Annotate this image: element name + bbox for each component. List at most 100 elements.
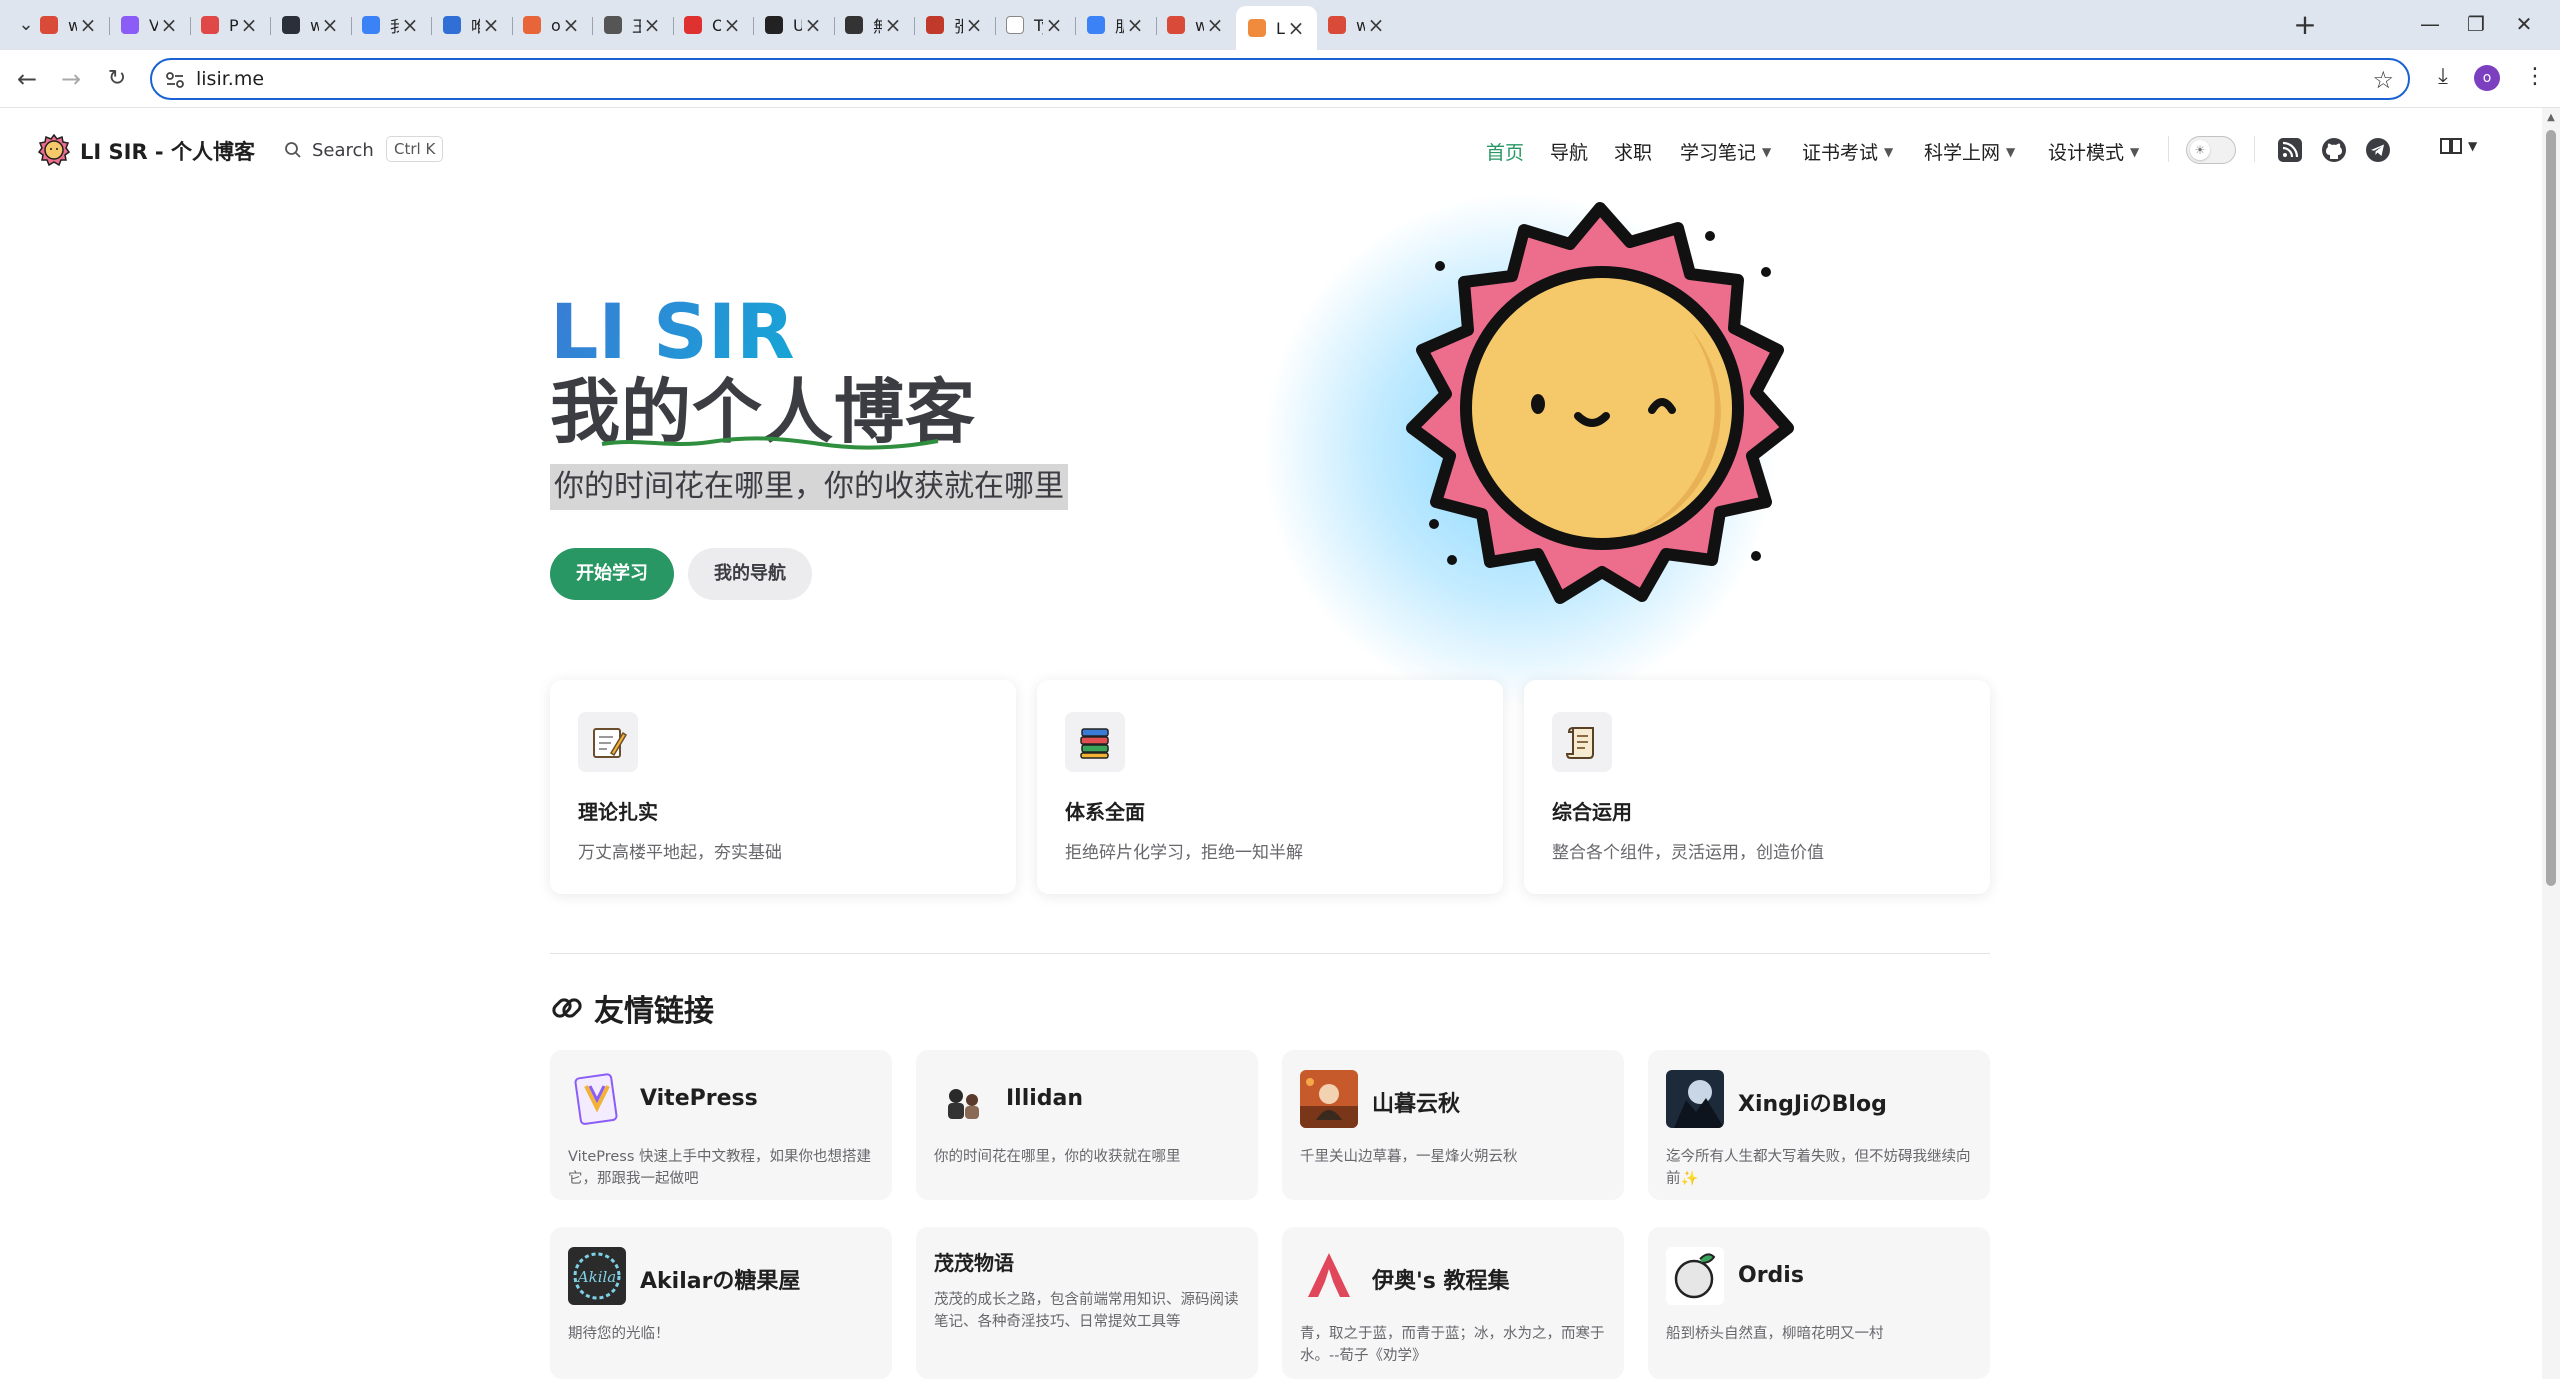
- theme-toggle-switch[interactable]: ☀: [2186, 136, 2236, 164]
- nav-jobs[interactable]: 求职: [1614, 138, 1652, 165]
- tab-favicon-icon: [1087, 16, 1105, 34]
- browser-tab[interactable]: LI SIR×: [1236, 6, 1317, 50]
- tab-favicon-icon: [684, 16, 702, 34]
- back-button[interactable]: ←: [12, 64, 42, 94]
- tab-title: LI SIR: [1276, 18, 1285, 38]
- rss-icon[interactable]: [2276, 136, 2304, 164]
- tab-favicon-icon: [765, 16, 783, 34]
- tab-close-icon[interactable]: ×: [802, 13, 824, 37]
- browser-tab[interactable]: 张洪×: [914, 8, 995, 42]
- reload-button[interactable]: ↻: [102, 64, 132, 94]
- browser-tab[interactable]: Vitep×: [109, 8, 190, 42]
- browser-menu-icon[interactable]: ⋮: [2520, 64, 2550, 89]
- tab-close-icon[interactable]: ×: [1365, 13, 1387, 37]
- tab-close-icon[interactable]: ×: [399, 13, 421, 37]
- feature-card: 综合运用 整合各个组件，灵活运用，创造价值: [1524, 680, 1990, 894]
- tab-close-icon[interactable]: ×: [641, 13, 663, 37]
- search-button[interactable]: Search: [284, 134, 374, 166]
- browser-tab[interactable]: Uman×: [753, 8, 834, 42]
- browser-tab[interactable]: oned×: [511, 8, 592, 42]
- feature-title: 体系全面: [1065, 800, 1145, 824]
- chevron-down-icon: ▼: [2006, 144, 2016, 159]
- url-text[interactable]: lisir.me: [196, 68, 264, 90]
- close-window-button[interactable]: ✕: [2504, 12, 2544, 36]
- tab-close-icon[interactable]: ×: [319, 13, 341, 37]
- address-bar[interactable]: lisir.me ☆: [150, 58, 2410, 100]
- reading-mode-dropdown[interactable]: ▼: [2440, 136, 2477, 156]
- friend-link-card[interactable]: XingJiのBlog 迄今所有人生都大写着失败，但不妨碍我继续向前✨: [1648, 1050, 1990, 1200]
- tab-title: 我的: [390, 17, 399, 36]
- browser-tab[interactable]: 無名×: [833, 8, 914, 42]
- link-icon: [552, 998, 582, 1018]
- friend-desc: 你的时间花在哪里，你的收获就在哪里: [934, 1149, 1181, 1165]
- nav-notes-dropdown[interactable]: 学习笔记 ▼: [1680, 138, 1771, 165]
- friend-link-card[interactable]: Illidan 你的时间花在哪里，你的收获就在哪里: [916, 1050, 1258, 1200]
- nav-guide[interactable]: 导航: [1550, 138, 1588, 165]
- yiao-avatar-icon: [1300, 1247, 1358, 1305]
- scroll-up-arrow-icon[interactable]: ▲: [2543, 112, 2559, 123]
- friend-desc: 期待您的光临！: [568, 1326, 670, 1342]
- nav-home[interactable]: 首页: [1486, 138, 1524, 165]
- tab-favicon-icon: [1328, 16, 1346, 34]
- feature-card: 理论扎实 万丈高楼平地起，夯实基础: [550, 680, 1016, 894]
- site-logo-icon[interactable]: [38, 134, 70, 166]
- tab-close-icon[interactable]: ×: [1124, 13, 1146, 37]
- start-learning-button[interactable]: 开始学习: [550, 548, 674, 600]
- nav-science-dropdown[interactable]: 科学上网 ▼: [1924, 138, 2015, 165]
- page-scrollbar-thumb[interactable]: [2546, 130, 2556, 886]
- feature-details: 整合各个组件，灵活运用，创造价值: [1552, 843, 1824, 863]
- tab-close-icon[interactable]: ×: [721, 13, 743, 37]
- tab-close-icon[interactable]: ×: [560, 13, 582, 37]
- tab-close-icon[interactable]: ×: [1204, 13, 1226, 37]
- tab-favicon-icon: [362, 16, 380, 34]
- minimize-button[interactable]: —: [2410, 12, 2450, 36]
- friend-link-card[interactable]: Ordis 船到桥头自然直，柳暗花明又一村: [1648, 1227, 1990, 1379]
- feature-title: 综合运用: [1552, 800, 1632, 824]
- friend-link-card[interactable]: 伊奥's 教程集 青，取之于蓝，而青于蓝；冰，水为之，而寒于水。--荀子《劝学》: [1282, 1227, 1624, 1379]
- feature-card: 体系全面 拒绝碎片化学习，拒绝一知半解: [1037, 680, 1503, 894]
- browser-tab[interactable]: One's×: [672, 8, 753, 42]
- tab-close-icon[interactable]: ×: [1285, 16, 1307, 40]
- telegram-icon[interactable]: [2364, 136, 2392, 164]
- browser-tab[interactable]: POETI×: [189, 8, 270, 42]
- tab-close-icon[interactable]: ×: [77, 13, 99, 37]
- nav-exams-dropdown[interactable]: 证书考试 ▼: [1802, 138, 1893, 165]
- tab-title: 無名: [873, 17, 882, 36]
- download-icon[interactable]: ⤓: [2428, 64, 2458, 89]
- friend-link-card[interactable]: 茂茂物语 茂茂的成长之路，包含前端常用知识、源码阅读笔记、各种奇淫技巧、日常提效…: [916, 1227, 1258, 1379]
- profile-avatar[interactable]: o: [2474, 65, 2500, 91]
- browser-tab[interactable]: w(°Д°×: [28, 8, 109, 42]
- site-title[interactable]: LI SIR - 个人博客: [80, 136, 255, 166]
- tab-close-icon[interactable]: ×: [963, 13, 985, 37]
- friend-link-card[interactable]: 山暮云秋 千里关山边草暮，一星烽火朔云秋: [1282, 1050, 1624, 1200]
- browser-tab[interactable]: w(°Д°×: [1155, 8, 1236, 42]
- tab-close-icon[interactable]: ×: [480, 13, 502, 37]
- browser-tab[interactable]: Typor×: [994, 8, 1075, 42]
- nav-divider: [2254, 136, 2255, 162]
- restore-button[interactable]: ❐: [2456, 12, 2496, 36]
- tab-favicon-icon: [1167, 16, 1185, 34]
- browser-tab[interactable]: 朋 ×: [1075, 8, 1156, 42]
- tab-close-icon[interactable]: ×: [238, 13, 260, 37]
- friend-link-card[interactable]: VitePress VitePress 快速上手中文教程，如果你也想搭建它，那跟…: [550, 1050, 892, 1200]
- site-info-icon[interactable]: [164, 69, 186, 91]
- browser-tab[interactable]: 王嘉×: [592, 8, 673, 42]
- friend-link-card[interactable]: Akila Akilarの糖果屋 期待您的光临！: [550, 1227, 892, 1379]
- tab-favicon-icon: [1248, 19, 1266, 37]
- tab-title: 唯知笔: [471, 17, 480, 36]
- browser-tab[interactable]: 唯知笔×: [431, 8, 512, 42]
- my-navigation-button[interactable]: 我的导航: [688, 548, 812, 600]
- new-tab-button[interactable]: +: [2290, 10, 2320, 40]
- section-divider: [550, 953, 1990, 954]
- browser-tab[interactable]: w(°Д°×: [1316, 8, 1397, 42]
- browser-tab[interactable]: w(°Д°×: [270, 8, 351, 42]
- forward-button[interactable]: →: [56, 64, 86, 94]
- tab-close-icon[interactable]: ×: [1043, 13, 1065, 37]
- browser-tab[interactable]: 我的×: [350, 8, 431, 42]
- tab-close-icon[interactable]: ×: [158, 13, 180, 37]
- github-icon[interactable]: [2320, 136, 2348, 164]
- nav-patterns-dropdown[interactable]: 设计模式 ▼: [2048, 138, 2139, 165]
- bookmark-star-icon[interactable]: ☆: [2372, 66, 2394, 94]
- tab-favicon-icon: [40, 16, 58, 34]
- tab-close-icon[interactable]: ×: [882, 13, 904, 37]
